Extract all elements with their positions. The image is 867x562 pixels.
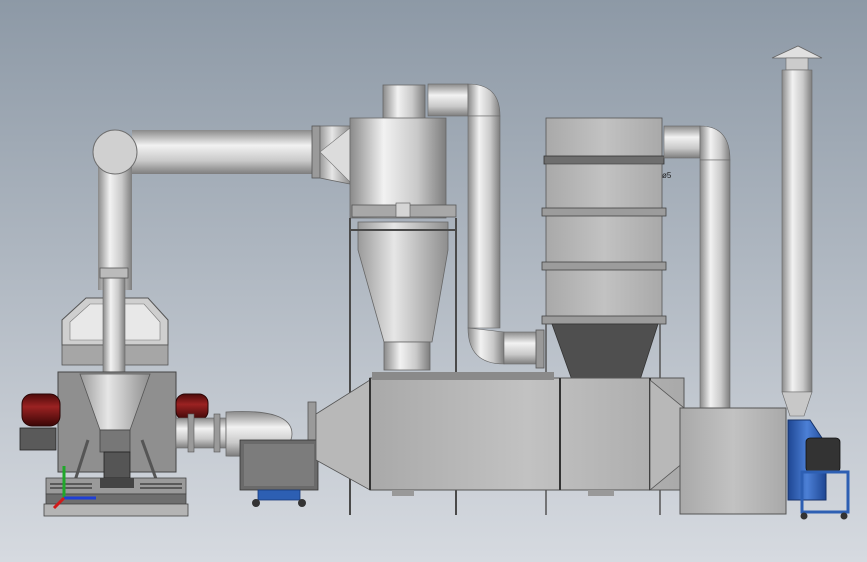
dimension-annotation: ø5 [662,171,672,180]
vibration-motor-left [21,393,61,427]
activated-carbon-adsorption-box [315,372,685,496]
equipment-drawing: ø5 [0,0,867,562]
uv-photolysis-box [679,407,787,515]
